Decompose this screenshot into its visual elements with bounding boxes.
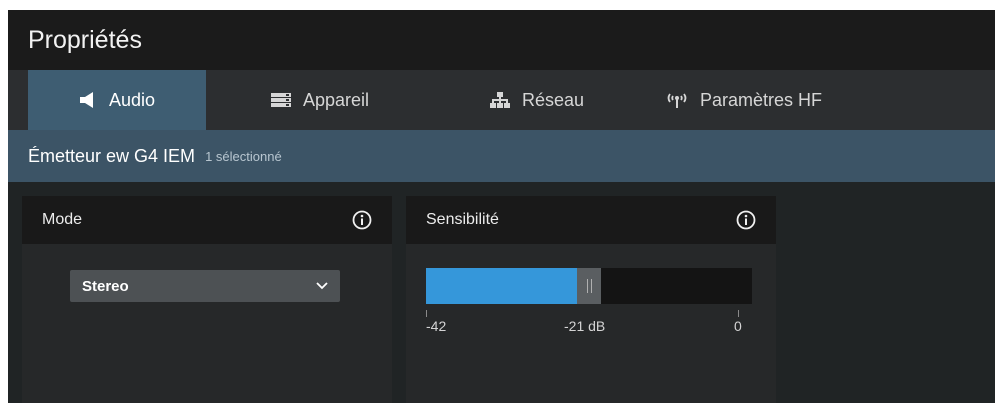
sensitivity-slider[interactable]	[426, 268, 752, 304]
mode-panel-header: Mode	[22, 196, 392, 244]
sensitivity-level-fill	[426, 268, 577, 304]
grip-icon	[586, 279, 588, 293]
title-bar: Propriétés	[8, 10, 995, 70]
info-icon[interactable]	[736, 210, 756, 230]
scale-mid-label: -21 dB	[564, 318, 606, 334]
antenna-icon	[666, 92, 688, 108]
tab-appareil-label: Appareil	[302, 89, 370, 110]
scale-min-label: -42	[426, 318, 447, 334]
tab-bar: Audio Appareil Réseau Paramètres HF	[8, 70, 995, 130]
tab-reseau-label: Réseau	[521, 89, 585, 110]
device-icon	[270, 93, 291, 107]
sensitivity-panel: Sensibilité -42 -21 dB 0	[406, 196, 776, 403]
tab-appareil[interactable]: Appareil	[206, 70, 434, 130]
chevron-down-icon	[316, 277, 328, 295]
slider-handle[interactable]	[577, 268, 601, 304]
scale-max-label: 0	[734, 318, 742, 334]
panels-area: Mode Stereo Sensibilité -42 -21 dB 0	[8, 182, 995, 403]
mode-select[interactable]: Stereo	[70, 270, 340, 302]
page-title: Propriétés	[28, 25, 142, 54]
device-name: Émetteur ew G4 IEM	[28, 145, 196, 166]
selection-count: 1 sélectionné	[205, 148, 282, 164]
mode-panel-title: Mode	[42, 211, 83, 228]
sensitivity-panel-header: Sensibilité	[406, 196, 776, 244]
tab-audio[interactable]: Audio	[28, 70, 206, 130]
scale-tick-min	[426, 310, 427, 317]
properties-window: Propriétés Audio Appareil Réseau Paramèt…	[8, 10, 995, 403]
scale-tick-max	[738, 310, 739, 317]
tab-parametres-hf[interactable]: Paramètres HF	[640, 70, 842, 130]
sensitivity-panel-title: Sensibilité	[426, 211, 499, 228]
grip-icon-line	[590, 279, 592, 293]
network-icon	[489, 92, 510, 108]
device-header: Émetteur ew G4 IEM 1 sélectionné	[8, 130, 995, 182]
tab-parametres-hf-label: Paramètres HF	[700, 89, 823, 110]
mode-select-value: Stereo	[82, 277, 129, 295]
tab-reseau[interactable]: Réseau	[434, 70, 640, 130]
tab-audio-label: Audio	[108, 89, 156, 110]
info-icon[interactable]	[352, 210, 372, 230]
speaker-icon	[79, 92, 97, 108]
mode-panel: Mode Stereo	[22, 196, 392, 403]
